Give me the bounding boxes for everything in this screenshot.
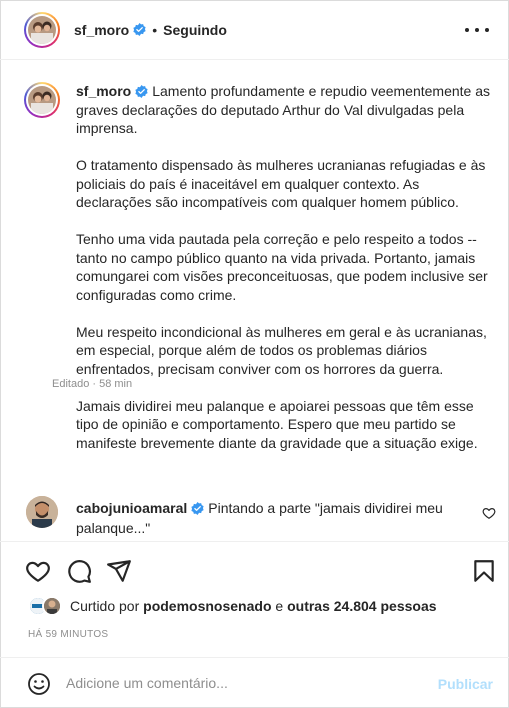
comment-username[interactable]: cabojunioamaral [76, 500, 187, 516]
likes-connector: e [271, 598, 288, 614]
action-bar [0, 541, 509, 597]
likes-text: Curtido por podemosnosenado e outras 24.… [70, 598, 437, 614]
liker-username[interactable]: podemosnosenado [143, 598, 271, 614]
header-separator: • [152, 21, 158, 38]
post-timestamp[interactable]: HÁ 59 MINUTOS [28, 629, 108, 640]
comment-input[interactable] [66, 671, 426, 695]
emoji-icon[interactable] [27, 672, 51, 696]
likes-summary: Curtido por podemosnosenado e outras 24.… [28, 596, 437, 616]
profile-avatar[interactable] [24, 11, 60, 48]
caption-text: sf_moro Lamento profundamente e repudio v… [76, 82, 496, 471]
caption-username[interactable]: sf_moro [76, 83, 131, 99]
like-heart-icon[interactable] [25, 558, 51, 584]
caption-paragraph: O tratamento dispensado às mulheres ucra… [76, 157, 486, 210]
likes-prefix: Curtido por [70, 598, 144, 614]
liker-avatars[interactable] [28, 596, 64, 616]
post-header: sf_moro • Seguindo [0, 0, 509, 60]
comment-avatar[interactable] [26, 496, 58, 528]
header-username[interactable]: sf_moro [74, 22, 129, 38]
following-button[interactable]: Seguindo [163, 22, 227, 38]
verified-badge-icon [191, 502, 204, 515]
caption-avatar[interactable] [24, 82, 60, 118]
verified-badge-icon [133, 23, 146, 36]
comment-like-heart-icon[interactable] [482, 506, 496, 520]
save-bookmark-icon[interactable] [471, 558, 497, 584]
comment-bubble-icon[interactable] [66, 558, 92, 584]
add-comment-bar: Publicar [0, 657, 509, 708]
publish-button[interactable]: Publicar [438, 676, 493, 692]
verified-badge-icon [135, 85, 148, 98]
caption-paragraph: Meu respeito incondicional às mulheres e… [76, 323, 487, 377]
more-options-icon[interactable] [465, 20, 489, 40]
caption-meta: Editado · 58 min [52, 378, 133, 390]
caption-paragraph: sf_moro Lamento profundamente e repudio v… [76, 82, 496, 138]
share-paper-plane-icon[interactable] [106, 558, 132, 584]
caption-paragraph: Jamais dividirei meu palanque e apoiarei… [76, 397, 478, 451]
likes-others-count[interactable]: outras 24.804 pessoas [287, 598, 436, 614]
liker-avatar [42, 596, 62, 616]
caption-paragraph: Tenho uma vida pautada pela correção e p… [76, 231, 488, 303]
comment-text: cabojunioamaral Pintando a parte "jamais … [76, 498, 456, 538]
